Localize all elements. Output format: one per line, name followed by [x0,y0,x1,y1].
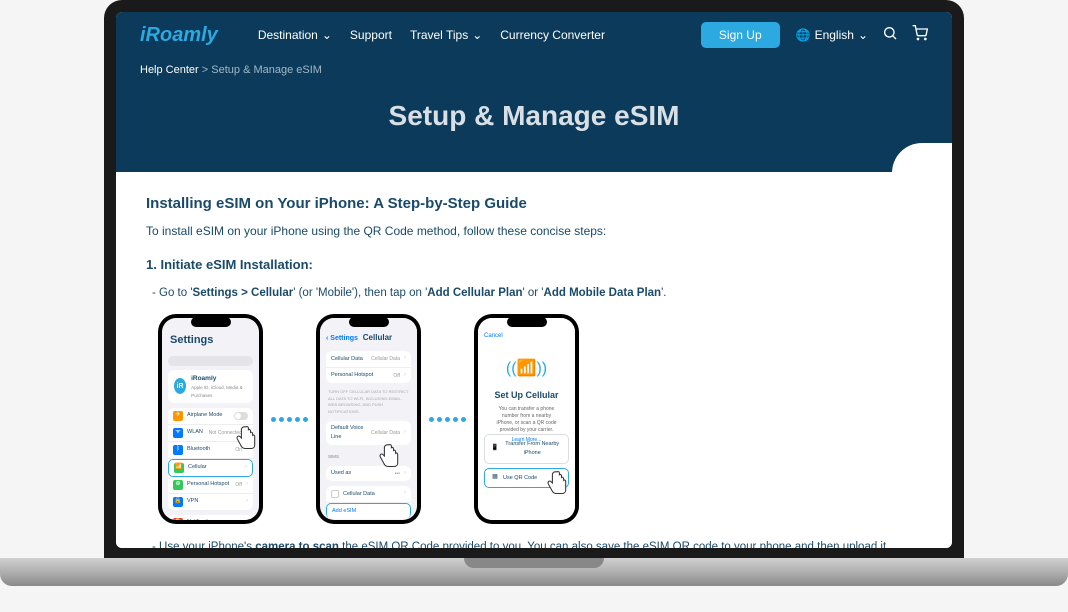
language-selector[interactable]: 🌐 English ⌄ [796,28,868,42]
qr-icon: ▦ [491,474,499,482]
globe-icon: 🌐 [796,28,811,42]
breadcrumb-separator: > [202,64,208,76]
page-title: Setup & Manage eSIM [116,82,952,172]
right-nav: 🌐 English ⌄ [796,25,928,46]
article-intro: To install eSIM on your iPhone using the… [146,222,922,241]
breadcrumb-current: Setup & Manage eSIM [211,64,322,76]
article-content: Installing eSIM on Your iPhone: A Step-b… [116,172,952,548]
phone1-profile-sub: Apple ID, iCloud, Media & Purchases [191,384,247,398]
phone3-desc: You can transfer a phone number from a n… [486,406,567,434]
phone-setup-cellular: Cancel ((📶)) Set Up Cellular You can tra… [474,314,579,524]
hand-pointer-icon [544,469,572,497]
step1-bold3: Add Mobile Data Plan [544,287,662,299]
hand-pointer-icon [233,424,261,452]
nav-destination[interactable]: Destination ⌄ [258,28,332,42]
phone-screenshots: Settings iR iRoamly Apple ID, iCloud, Me… [158,314,922,524]
nav-travel-tips[interactable]: Travel Tips ⌄ [410,28,482,42]
article-heading: Installing eSIM on Your iPhone: A Step-b… [146,192,922,216]
step1-text: - Go to 'Settings > Cellular' (or 'Mobil… [146,284,922,302]
language-label: English [815,28,854,42]
footer-text: - Use your iPhone's camera to scan the e… [146,538,922,548]
nav-currency[interactable]: Currency Converter [500,28,605,42]
brand-logo[interactable]: iRoamly [140,24,218,47]
phone1-profile-name: iRoamly [191,374,247,384]
page-header: iRoamly Destination ⌄ Support Travel Tip… [116,12,952,172]
connector-dots [271,417,308,422]
signup-button[interactable]: Sign Up [701,22,780,48]
avatar-icon: iR [174,378,186,394]
footer-prefix: - Use your iPhone's [152,541,255,548]
row-airplane: ✈Airplane Mode [168,408,253,425]
cart-icon[interactable] [912,25,928,46]
laptop-base [0,558,1068,586]
step1-end: '. [661,287,666,299]
row-notifications: 🔔Notifications› [168,515,253,521]
row-cellular-data: Cellular DataCellular Data› [326,351,411,368]
navbar: iRoamly Destination ⌄ Support Travel Tip… [116,12,952,58]
chevron-down-icon: ⌄ [472,28,482,42]
phone-settings: Settings iR iRoamly Apple ID, iCloud, Me… [158,314,263,524]
chevron-down-icon: ⌄ [858,28,868,42]
breadcrumb: Help Center > Setup & Manage eSIM [116,58,952,82]
chevron-down-icon: ⌄ [322,28,332,42]
nav-links: Destination ⌄ Support Travel Tips ⌄ Curr… [258,28,685,42]
step1-bold1: Settings > Cellular [193,287,294,299]
nav-support[interactable]: Support [350,28,392,42]
step1-prefix: - Go to ' [152,287,193,299]
phone-icon: 📱 [491,445,498,453]
step1-mid1: ' (or 'Mobile'), then tap on ' [293,287,427,299]
btn-transfer: 📱Transfer From Nearby iPhone [484,434,569,464]
step1-mid2: ' or ' [523,287,544,299]
phone3-title: Set Up Cellular [486,388,567,402]
search-icon[interactable] [882,25,898,46]
step1-title: 1. Initiate eSIM Installation: [146,255,922,276]
row-add-esim-highlighted: Add eSIM [326,503,411,519]
nav-travel-tips-label: Travel Tips [410,28,468,42]
phone2-title: Cellular [344,332,411,345]
hand-pointer-icon [376,442,404,470]
row-cellular-data2: Cellular Data› [326,486,411,503]
nav-destination-label: Destination [258,28,318,42]
row-hotspot2: Personal HotspotOff› [326,368,411,384]
phone3-cancel: Cancel [484,332,503,342]
phone1-profile: iR iRoamly Apple ID, iCloud, Media & Pur… [168,370,253,403]
phone1-search [168,356,253,366]
connector-dots [429,417,466,422]
row-hotspot: ⊕Personal HotspotOff› [168,477,253,494]
breadcrumb-help-center[interactable]: Help Center [140,64,199,76]
phone-cellular: ‹ Settings Cellular Cellular DataCellula… [316,314,421,524]
row-default-voice: Default Voice LineCellular Data› [326,421,411,445]
row-vpn: 🔒VPN› [168,494,253,510]
cellular-signal-icon: ((📶)) [486,356,567,382]
footer-bold: camera to scan [255,541,339,548]
step1-bold2: Add Cellular Plan [427,287,522,299]
row-cellular-highlighted: 📶Cellular› [168,459,253,477]
